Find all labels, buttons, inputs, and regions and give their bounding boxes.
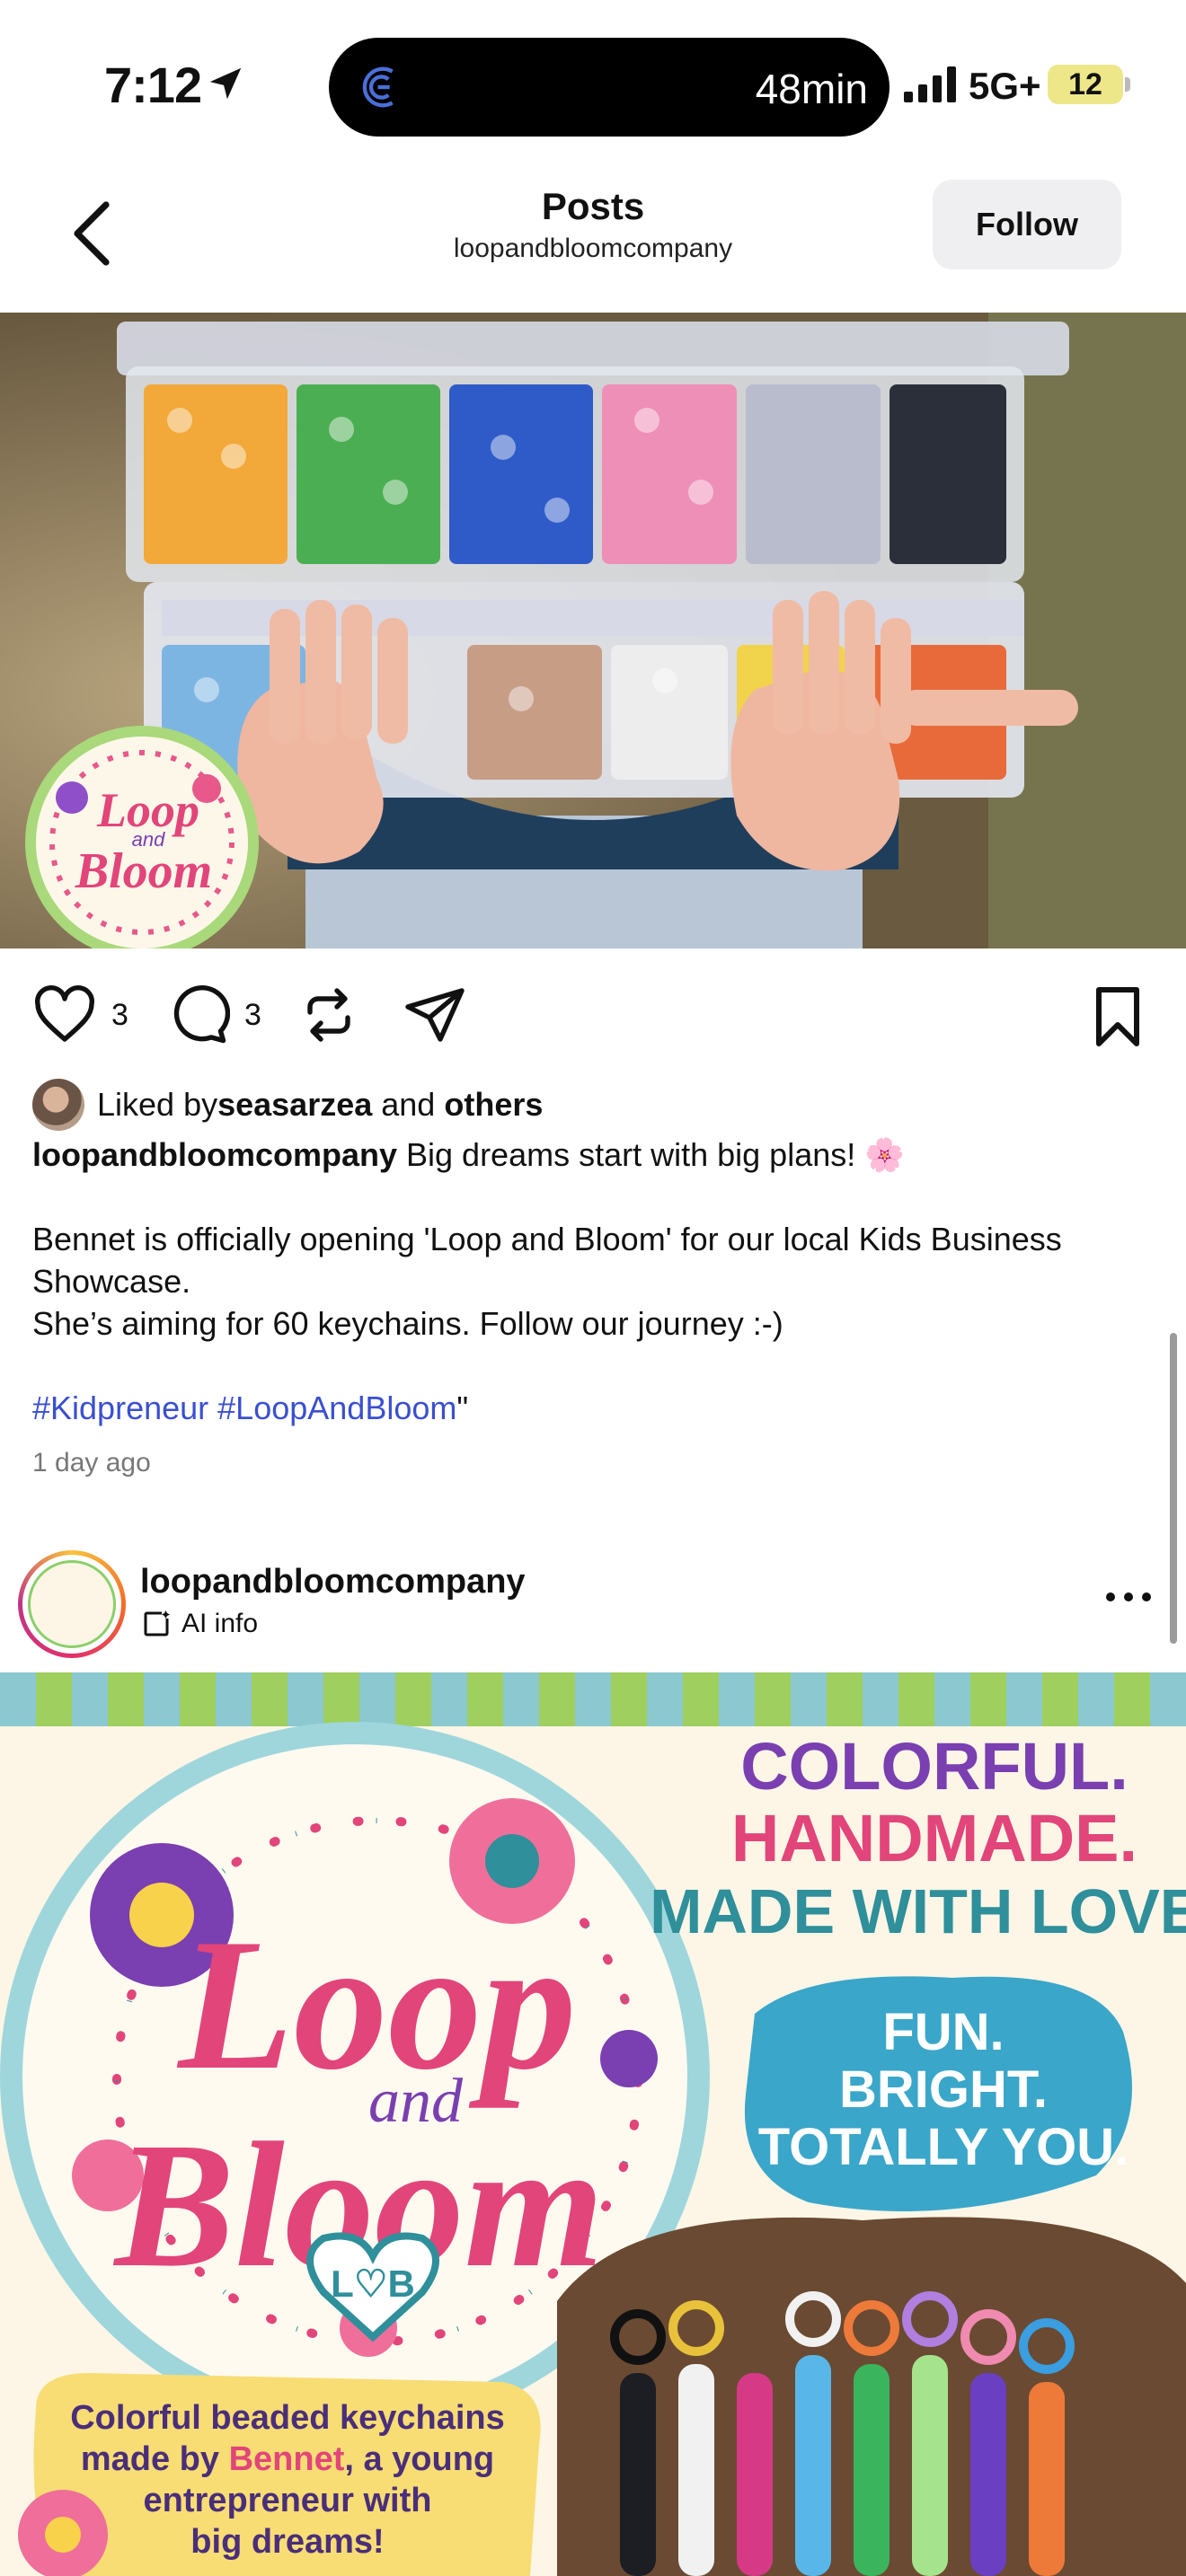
posts-header: Posts loopandbloomcompany Follow (0, 162, 1186, 313)
back-chevron-icon[interactable] (63, 198, 117, 269)
comment-bubble-icon[interactable] (165, 983, 230, 1047)
dynamic-island[interactable]: 48min (329, 38, 890, 137)
like-action[interactable]: 3 (32, 983, 128, 1047)
post-action-bar: 3 3 (0, 948, 1186, 1074)
liked-by-others[interactable]: others (444, 1086, 543, 1124)
status-bar: 7:12 48min 5G+ 12 (0, 0, 1186, 162)
heart-icon[interactable] (32, 983, 97, 1047)
flyer-tagline-2: BRIGHT. (839, 2060, 1048, 2119)
flyer-blurb-2a: made by (81, 2440, 229, 2478)
repost-icon[interactable] (296, 983, 361, 1047)
flyer-blurb-1: Colorful beaded keychains (70, 2399, 505, 2437)
bookmark-icon[interactable] (1089, 984, 1146, 1049)
flyer-monogram: L♡B (331, 2263, 415, 2305)
post-caption: loopandbloomcompany Big dreams start wit… (32, 1134, 1146, 1429)
liker-avatar[interactable] (32, 1079, 84, 1131)
post2-username[interactable]: loopandbloomcompany (140, 1563, 526, 1601)
liked-by-prefix: Liked by (97, 1086, 218, 1123)
share-action[interactable] (403, 983, 467, 1047)
battery-indicator: 12 (1048, 65, 1130, 104)
caption-line-1: Big dreams start with big plans! 🌸 (397, 1136, 906, 1173)
comment-count: 3 (244, 997, 261, 1032)
send-paper-plane-icon[interactable] (403, 983, 467, 1047)
post-photo-flyer[interactable]: Loop and Bloom L♡B COLORFUL. HANDMADE. M… (0, 1672, 1186, 2576)
follow-button[interactable]: Follow (933, 180, 1121, 269)
caption-line-3: She’s aiming for 60 keychains. Follow ou… (32, 1305, 783, 1342)
page-subtitle-username[interactable]: loopandbloomcompany (323, 234, 863, 264)
post2-header: loopandbloomcompany AI info (0, 1536, 1186, 1671)
bead-boxes-photo-illustration: Loop and Bloom (0, 313, 1186, 948)
flyer-headline-2: HANDMADE. (731, 1801, 1137, 1875)
comment-action[interactable]: 3 (165, 983, 261, 1047)
caption-username[interactable]: loopandbloomcompany (32, 1136, 397, 1173)
flyer-headline-1: COLORFUL. (740, 1729, 1128, 1804)
loop-and-bloom-flyer: Loop and Bloom L♡B COLORFUL. HANDMADE. M… (0, 1672, 1186, 2576)
like-count: 3 (111, 997, 128, 1032)
flyer-blurb-2c: , a young (344, 2440, 494, 2478)
post-photo-bead-boxes[interactable]: Loop and Bloom (0, 313, 1186, 948)
liked-by-user[interactable]: seasarzea (217, 1086, 372, 1124)
flyer-headline-3: MADE WITH LOVE. (650, 1876, 1186, 1946)
brand-logo-avatar (28, 1560, 116, 1648)
repost-action[interactable] (296, 983, 361, 1047)
status-time: 7:12 (104, 57, 202, 113)
ai-info-text: AI info (181, 1609, 259, 1638)
flyer-blurb-3: entrepreneur with (144, 2482, 432, 2519)
live-activity-timer: 48min (755, 66, 868, 112)
ai-info-icon (144, 1610, 170, 1636)
hashtag-kidpreneur[interactable]: #Kidpreneur (32, 1389, 208, 1426)
liked-by-row[interactable]: Liked by seasarzea and others (32, 1078, 543, 1132)
more-options-icon[interactable] (1103, 1588, 1154, 1606)
cellular-signal-icon (904, 66, 956, 102)
post-timestamp: 1 day ago (32, 1448, 151, 1478)
flyer-tagline-1: FUN. (882, 2003, 1004, 2061)
hashtag-loopandbloom[interactable]: #LoopAndBloom (217, 1389, 456, 1426)
liked-by-and: and (372, 1086, 445, 1123)
flyer-tagline-3: TOTALLY YOU. (758, 2118, 1129, 2176)
story-ring-avatar[interactable] (18, 1550, 126, 1658)
network-type: 5G+ (969, 65, 1041, 107)
flyer-blurb-4: big dreams! (190, 2523, 384, 2561)
app-activity-icon (362, 66, 394, 108)
flyer-blurb-2: made by Bennet, a young (81, 2440, 494, 2478)
ai-info-label[interactable]: AI info (140, 1608, 258, 1640)
caption-tail: " (456, 1389, 469, 1426)
page-title: Posts (541, 185, 645, 227)
svg-text:Bloom: Bloom (75, 843, 212, 899)
location-arrow-icon (209, 67, 242, 100)
caption-line-2: Bennet is officially opening 'Loop and B… (32, 1221, 1062, 1300)
flyer-blurb-2b: Bennet (229, 2440, 345, 2478)
